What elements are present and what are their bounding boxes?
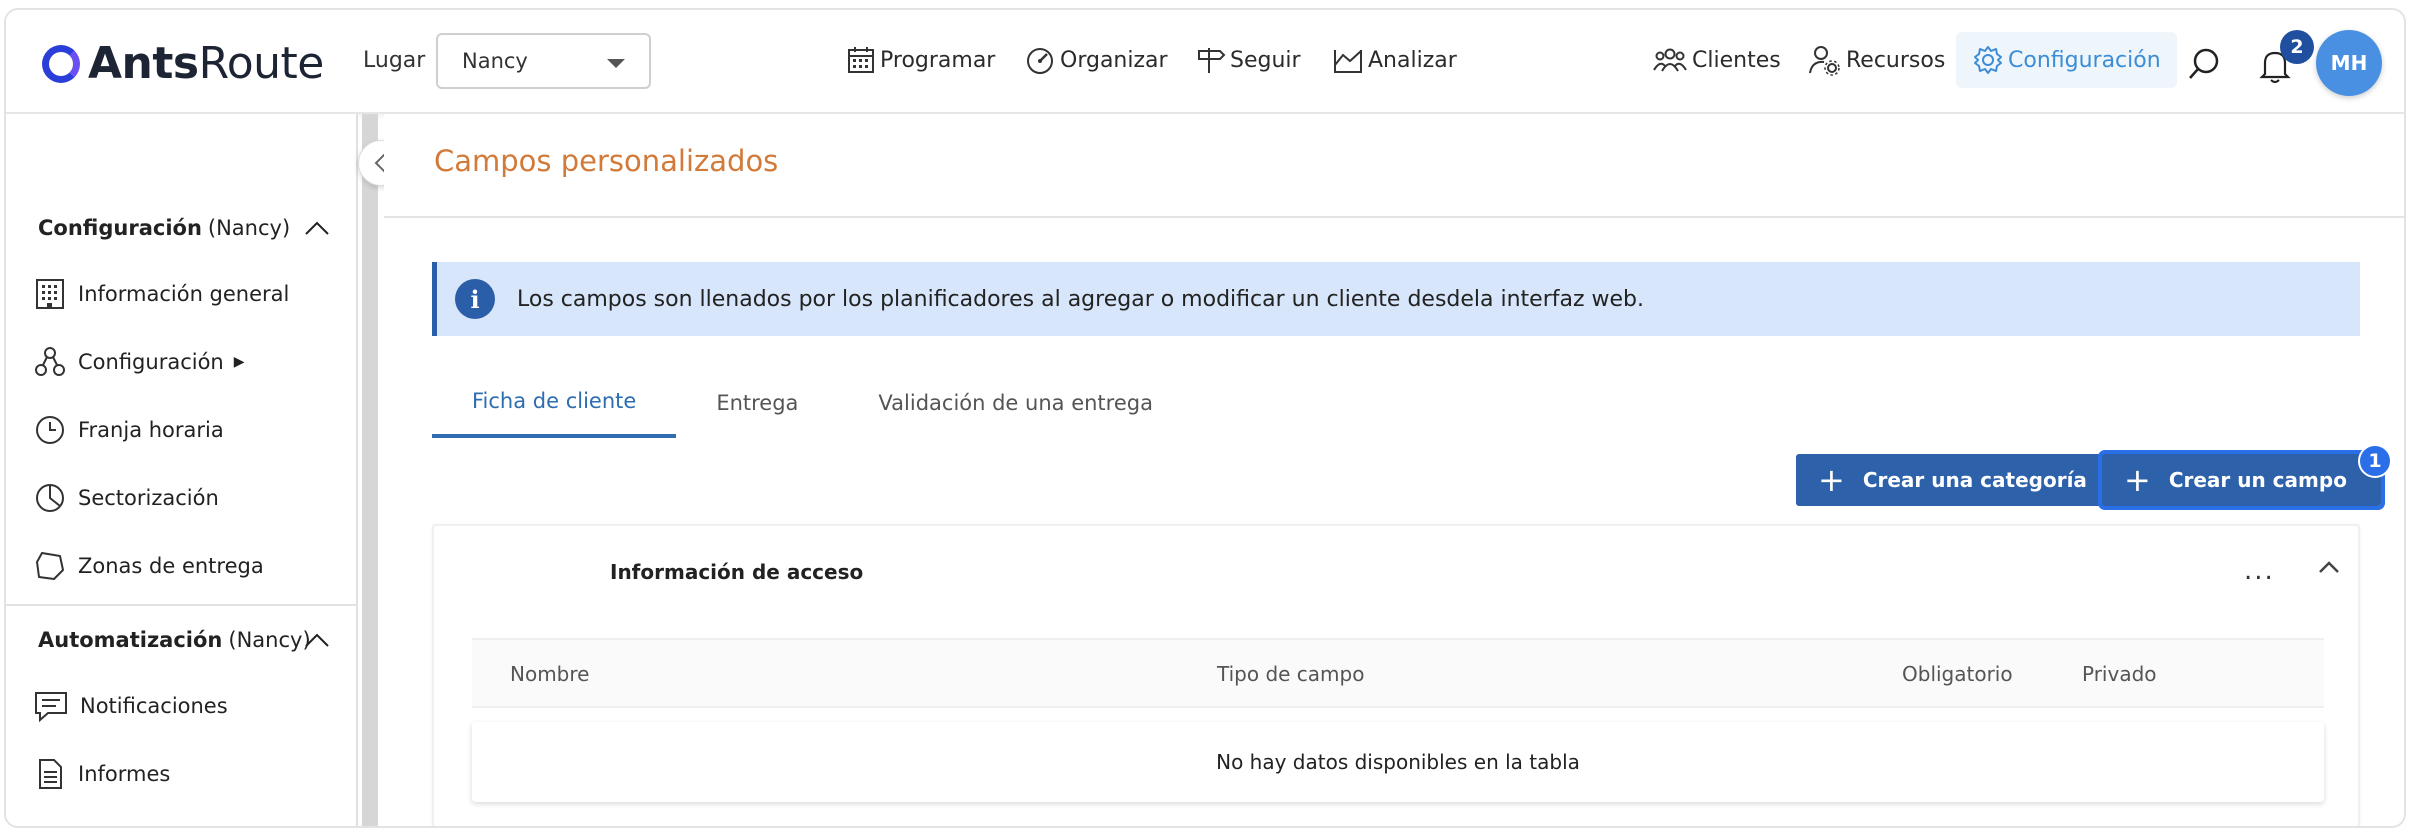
nav-analizar-label: Analizar (1368, 47, 1457, 73)
page-title: Campos personalizados (434, 144, 779, 178)
section-title: Automatización (38, 628, 223, 652)
cluster-icon (35, 347, 65, 376)
section-title: Configuración (38, 216, 202, 240)
step-badge: 1 (2358, 444, 2392, 478)
section-scope: (Nancy) (228, 628, 311, 652)
plus-icon: + (2124, 461, 2151, 499)
users-group-icon (1653, 48, 1687, 72)
search-icon[interactable] (2186, 46, 2222, 82)
pie-icon (36, 484, 64, 512)
info-banner: i Los campos son llenados por los planif… (432, 262, 2360, 336)
speedometer-icon (1027, 48, 1053, 74)
sidebar-section-automatizacion[interactable]: Automatización (Nancy) (38, 628, 338, 652)
sidebar-item-label: Notificaciones (80, 694, 228, 718)
clock-icon (36, 416, 64, 444)
tab-ficha-de-cliente[interactable]: Ficha de cliente (432, 368, 677, 438)
nav-organizar-label: Organizar (1060, 47, 1168, 73)
nav-organizar[interactable]: Organizar (1024, 32, 1168, 88)
main-content: Campos personalizados i Los campos son l… (384, 114, 2404, 826)
plus-icon: + (1818, 461, 1845, 499)
info-text: Los campos son llenados por los planific… (517, 286, 1645, 312)
sidebar-item-label: Sectorización (78, 486, 219, 510)
antsroute-logo[interactable]: AntsRoute (42, 38, 324, 89)
nav-clientes[interactable]: Clientes (1652, 32, 1781, 88)
chevron-up-icon (305, 633, 329, 647)
sidebar: Configuración (Nancy) Información genera… (6, 114, 358, 826)
nav-configuracion-label: Configuración (2008, 47, 2161, 73)
sidebar-item-zonas-de-entrega[interactable]: Zonas de entrega (34, 550, 264, 582)
document-icon (39, 759, 62, 789)
nav-recursos-label: Recursos (1846, 47, 1946, 73)
polygon-icon (36, 552, 64, 580)
message-icon (35, 692, 67, 722)
lugar-select[interactable]: Nancy (436, 33, 651, 89)
chevron-up-icon (305, 221, 329, 235)
sidebar-item-franja-horaria[interactable]: Franja horaria (34, 414, 224, 446)
chart-line-icon (1334, 50, 1362, 73)
nav-programar[interactable]: Programar (846, 32, 995, 88)
more-options-icon[interactable]: ... (2244, 556, 2275, 586)
sidebar-divider (6, 604, 358, 606)
user-gear-icon (1809, 46, 1840, 76)
gear-icon (1974, 46, 2002, 74)
table-empty-row: No hay datos disponibles en la tabla (472, 722, 2324, 802)
caret-down-icon (607, 59, 625, 68)
sidebar-item-label: Zonas de entrega (78, 554, 264, 578)
logo-mark-icon (42, 44, 80, 83)
content-card: i Los campos son llenados por los planif… (384, 218, 2404, 826)
sidebar-section-configuracion[interactable]: Configuración (Nancy) (38, 216, 338, 240)
nav-analizar[interactable]: Analizar (1332, 32, 1457, 88)
column-privado[interactable]: Privado (2082, 662, 2157, 686)
chevron-up-icon[interactable] (2318, 560, 2340, 574)
create-category-label: Crear una categoría (1862, 468, 2087, 492)
submenu-arrow-icon: ▶ (233, 354, 245, 370)
tab-entrega[interactable]: Entrega (676, 368, 838, 438)
nav-seguir[interactable]: Seguir (1196, 32, 1301, 88)
sidebar-item-label: Información general (78, 282, 290, 306)
notification-count-badge: 2 (2280, 30, 2314, 64)
category-panel: Información de acceso ... Nombre Tipo de… (432, 524, 2360, 826)
lugar-select-value: Nancy (462, 49, 528, 73)
nav-clientes-label: Clientes (1692, 47, 1781, 73)
page-header: Campos personalizados (384, 114, 2404, 218)
nav-recursos[interactable]: Recursos (1808, 32, 1945, 88)
nav-configuracion[interactable]: Configuración (1956, 32, 2177, 88)
lugar-label: Lugar (363, 48, 426, 73)
calendar-icon (848, 47, 874, 73)
create-category-button[interactable]: + Crear una categoría (1796, 454, 2121, 506)
sidebar-item-informacion-general[interactable]: Información general (34, 278, 289, 310)
nav-programar-label: Programar (880, 47, 996, 73)
column-tipo-de-campo[interactable]: Tipo de campo (1217, 662, 1364, 686)
table-header: Nombre Tipo de campo Obligatorio Privado (472, 638, 2324, 708)
section-scope: (Nancy) (207, 216, 291, 240)
tabs: Ficha de cliente Entrega Validación de u… (432, 368, 1193, 438)
column-nombre[interactable]: Nombre (510, 662, 589, 686)
sidebar-item-notificaciones[interactable]: Notificaciones (34, 690, 228, 722)
sidebar-item-label: Configuración (78, 350, 224, 374)
info-icon: i (455, 279, 495, 319)
create-field-button[interactable]: + Crear un campo (2098, 450, 2385, 510)
nav-seguir-label: Seguir (1230, 47, 1301, 73)
sidebar-item-sectorizacion[interactable]: Sectorización (34, 482, 219, 514)
sidebar-item-configuracion[interactable]: Configuración ▶ (34, 346, 245, 378)
panel-title: Información de acceso (610, 560, 864, 584)
sidebar-item-informes[interactable]: Informes (34, 758, 170, 790)
building-icon (36, 279, 64, 309)
user-avatar[interactable]: MH (2316, 30, 2382, 96)
tab-validacion-de-una-entrega[interactable]: Validación de una entrega (838, 368, 1193, 438)
signpost-icon (1198, 48, 1226, 73)
column-obligatorio[interactable]: Obligatorio (1902, 662, 2013, 686)
create-field-label: Crear un campo (2168, 468, 2347, 492)
sidebar-scrollbar[interactable] (362, 114, 378, 826)
top-bar: AntsRoute Lugar Nancy Programar Organiza… (6, 10, 2404, 114)
sidebar-item-label: Informes (78, 762, 171, 786)
sidebar-item-label: Franja horaria (78, 418, 224, 442)
app-window: AntsRoute Lugar Nancy Programar Organiza… (4, 8, 2406, 828)
logo-text: AntsRoute (88, 38, 324, 89)
